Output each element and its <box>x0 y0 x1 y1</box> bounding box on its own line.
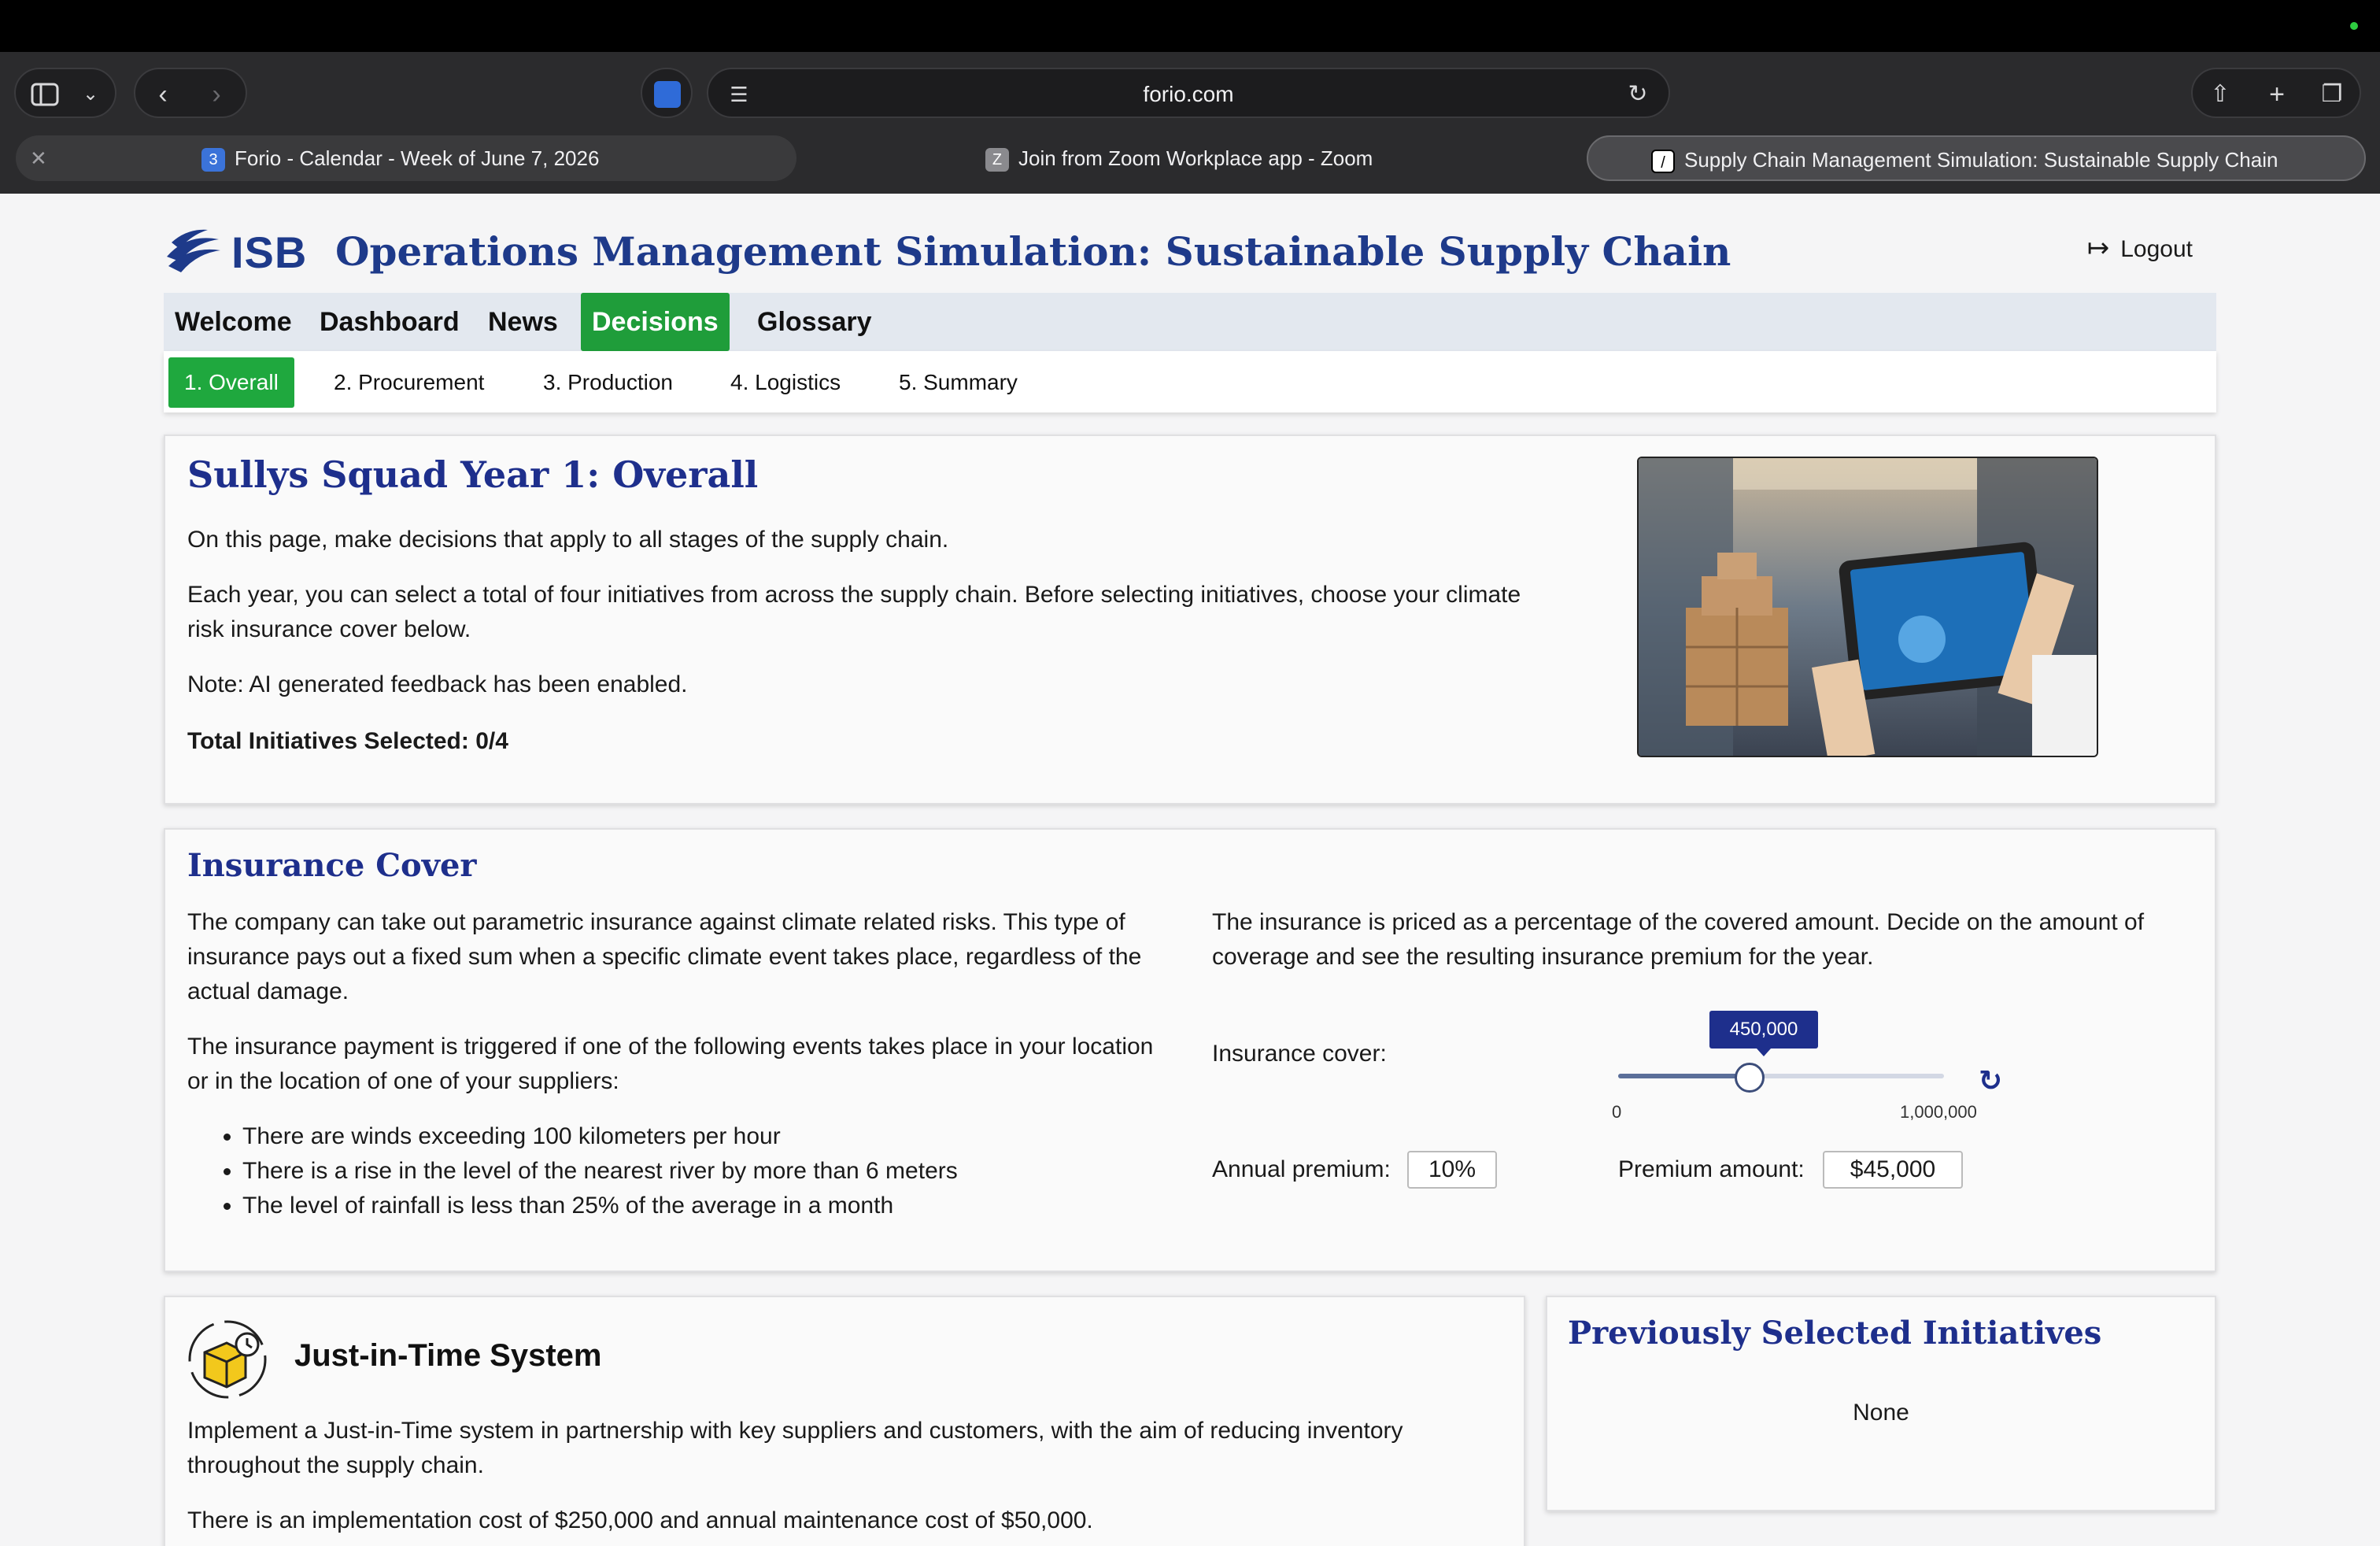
initiative-description: Implement a Just-in-Time system in partn… <box>187 1418 1403 1478</box>
back-icon[interactable]: ‹ <box>143 69 183 120</box>
initiative-title: Just-in-Time System <box>294 1338 602 1373</box>
slider-max-label: 1,000,000 <box>1900 1102 1977 1122</box>
status-dot-icon <box>2350 22 2358 30</box>
main-nav: Welcome Dashboard News Decisions Glossar… <box>164 293 2216 351</box>
address-bar[interactable]: ☰ forio.com ↻ <box>707 68 1670 118</box>
tab-label: Join from Zoom Workplace app - Zoom <box>1018 146 1373 170</box>
forward-icon[interactable]: › <box>197 69 236 120</box>
site-header: ISB Operations Management Simulation: Su… <box>164 211 2216 290</box>
warehouse-image <box>1637 457 2098 757</box>
tab-overall[interactable]: 1. Overall <box>168 357 294 408</box>
tab-production[interactable]: 3. Production <box>527 357 689 408</box>
initiative-card: Just-in-Time System Implement a Just-in-… <box>164 1296 1525 1546</box>
list-item: There are winds exceeding 100 kilometers… <box>242 1119 1187 1154</box>
insurance-cover-label: Insurance cover: <box>1212 1041 1387 1067</box>
insurance-slider-track[interactable] <box>1618 1074 1944 1078</box>
url-text: forio.com <box>1143 82 1234 106</box>
logout-label: Logout <box>2120 236 2193 262</box>
isb-logo-icon <box>167 229 220 272</box>
insurance-trigger-text: The insurance payment is triggered if on… <box>187 1034 1154 1094</box>
initiatives-count: Total Initiatives Selected: 0/4 <box>187 728 508 754</box>
zoom-favicon-icon: Z <box>985 148 1009 172</box>
sidebar-toggle-button[interactable]: ⌄ <box>14 68 116 118</box>
new-tab-icon[interactable]: + <box>2257 69 2297 120</box>
share-icon[interactable]: ⇧ <box>2201 69 2240 120</box>
overview-text: On this page, make decisions that apply … <box>187 527 949 553</box>
tab-calendar[interactable]: ✕ 3 Forio - Calendar - Week of June 7, 20… <box>16 135 796 181</box>
sidebar-icon <box>25 69 65 123</box>
initiative-cost: There is an implementation cost of $250,… <box>187 1507 1093 1533</box>
tab-overview-icon[interactable]: ❐ <box>2312 69 2352 120</box>
logout-icon: ↦ <box>2086 233 2110 263</box>
tab-zoom[interactable]: Z Join from Zoom Workplace app - Zoom <box>811 135 1590 181</box>
previous-initiatives-title: Previously Selected Initiatives <box>1568 1315 2102 1352</box>
insurance-card: Insurance Cover The company can take out… <box>164 828 2216 1272</box>
history-nav: ‹ › <box>134 68 247 118</box>
annual-premium-label: Annual premium: <box>1212 1156 1391 1182</box>
premium-amount-label: Premium amount: <box>1618 1156 1805 1182</box>
logout-button[interactable]: ↦ Logout <box>2087 228 2193 269</box>
insurance-description: The company can take out parametric insu… <box>187 909 1142 1004</box>
tab-simulation[interactable]: / Supply Chain Management Simulation: Sus… <box>1587 135 2366 181</box>
site-title: Operations Management Simulation: Sustai… <box>335 228 1731 275</box>
annual-premium-field: 10% <box>1407 1151 1497 1189</box>
overview-card: Sullys Squad Year 1: Overall On this pag… <box>164 435 2216 804</box>
reload-icon[interactable]: ↻ <box>1618 69 1658 120</box>
page-title: Sullys Squad Year 1: Overall <box>187 453 759 496</box>
chevron-down-icon[interactable]: ⌄ <box>71 69 110 120</box>
pricing-description: The insurance is priced as a percentage … <box>1212 909 2145 970</box>
insurance-title: Insurance Cover <box>187 847 477 884</box>
nav-welcome[interactable]: Welcome <box>164 293 303 351</box>
extension-button[interactable] <box>641 68 693 118</box>
forio-favicon-icon: / <box>1651 150 1675 174</box>
nav-decisions[interactable]: Decisions <box>581 293 730 351</box>
previous-initiatives-card: Previously Selected Initiatives None <box>1546 1296 2216 1511</box>
trigger-list: There are winds exceeding 100 kilometers… <box>242 1119 1187 1223</box>
slider-min-label: 0 <box>1612 1102 1622 1122</box>
logo-text: ISB <box>231 227 308 277</box>
list-item: The level of rainfall is less than 25% o… <box>242 1189 1187 1223</box>
reset-icon[interactable]: ↻ <box>1979 1064 2002 1097</box>
nav-news[interactable]: News <box>477 293 569 351</box>
list-item: There is a rise in the level of the near… <box>242 1154 1187 1189</box>
nav-glossary[interactable]: Glossary <box>746 293 883 351</box>
close-tab-icon[interactable]: ✕ <box>30 135 47 181</box>
sub-nav: 1. Overall 2. Procurement 3. Production … <box>164 351 2216 412</box>
system-top-bar <box>0 0 2380 52</box>
ai-feedback-note: Note: AI generated feedback has been ena… <box>187 671 688 697</box>
extension-icon <box>654 81 681 108</box>
previous-initiatives-empty: None <box>1853 1400 1909 1426</box>
jit-box-clock-icon <box>188 1320 267 1399</box>
insurance-slider-thumb[interactable] <box>1735 1063 1765 1093</box>
tab-label: Forio - Calendar - Week of June 7, 2026 <box>235 146 600 170</box>
tab-procurement[interactable]: 2. Procurement <box>318 357 500 408</box>
tab-logistics[interactable]: 4. Logistics <box>715 357 856 408</box>
window-actions: ⇧ + ❐ <box>2191 68 2361 118</box>
overview-text: Each year, you can select a total of fou… <box>187 582 1521 642</box>
slider-value-tooltip: 450,000 <box>1709 1011 1818 1056</box>
premium-amount-field: $45,000 <box>1823 1151 1963 1189</box>
calendar-favicon-icon: 3 <box>201 148 225 172</box>
nav-dashboard[interactable]: Dashboard <box>309 293 471 351</box>
page: ISB Operations Management Simulation: Su… <box>0 194 2380 1546</box>
tab-summary[interactable]: 5. Summary <box>883 357 1033 408</box>
tab-label: Supply Chain Management Simulation: Sust… <box>1684 148 2278 172</box>
